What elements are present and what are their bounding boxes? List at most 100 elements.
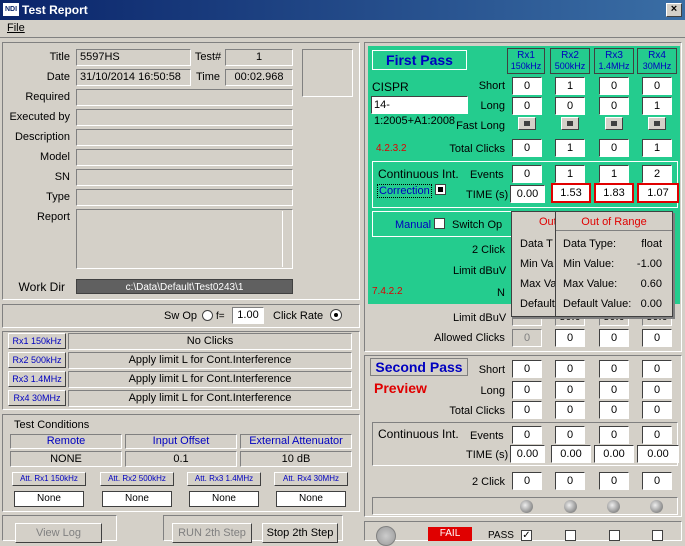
time-field[interactable]: 00:02.968 xyxy=(225,69,293,86)
rx2-status-button[interactable]: Rx2 500kHz xyxy=(8,352,66,368)
sp-total-rx3: 0 xyxy=(599,401,629,419)
rx3-status-button[interactable]: Rx3 1.4MHz xyxy=(8,371,66,387)
sn-field[interactable] xyxy=(76,169,293,186)
f-input[interactable]: 1.00 xyxy=(232,307,264,324)
manual-label: Manual xyxy=(395,219,432,231)
tooltip-datatype-label: Data Type: xyxy=(563,238,616,250)
model-field[interactable] xyxy=(76,149,293,166)
att-rx4-value[interactable]: None xyxy=(276,491,346,507)
rx1-header-name: Rx1 xyxy=(517,50,535,61)
executed-label: Executed by xyxy=(9,111,70,123)
pass-rx4-checkbox[interactable] xyxy=(652,530,663,541)
att-rx3-button[interactable]: Att. Rx3 1.4MHz xyxy=(187,472,261,486)
sp-events-rx1: 0 xyxy=(512,426,542,444)
sp-time-rx4: 0.00 xyxy=(637,445,679,463)
image-box xyxy=(302,49,353,97)
allowed-rx3[interactable]: 0 xyxy=(599,329,629,347)
fast-long-rx4[interactable] xyxy=(648,117,666,130)
sp-time-rx3: 0.00 xyxy=(594,445,634,463)
report-scrollbar[interactable] xyxy=(282,211,291,267)
cispr-label: CISPR xyxy=(372,80,409,94)
sp-long-rx3: 0 xyxy=(599,381,629,399)
limit-dbuv-label: Limit dBuV xyxy=(453,312,507,324)
sp-events-rx2: 0 xyxy=(555,426,585,444)
led-rx3-icon xyxy=(607,500,620,513)
title-field[interactable]: 5597HS xyxy=(76,49,191,66)
view-log-button[interactable]: View Log xyxy=(15,523,102,543)
n-label: N xyxy=(497,287,505,299)
rx2-status: Apply limit L for Cont.Interference xyxy=(68,352,352,369)
sp-total-rx2: 0 xyxy=(555,401,585,419)
type-label: Type xyxy=(46,191,70,203)
sp-total-rx1: 0 xyxy=(512,401,542,419)
status-led-icon xyxy=(376,526,396,546)
allowed-rx2[interactable]: 0 xyxy=(555,329,585,347)
correction-label[interactable]: Correction xyxy=(377,184,432,198)
sp-events-rx3: 0 xyxy=(599,426,629,444)
fast-long-rx2[interactable] xyxy=(561,117,579,130)
rx4-status-button[interactable]: Rx4 30MHz xyxy=(8,390,66,406)
run-2th-step-button[interactable]: RUN 2th Step xyxy=(172,523,252,543)
rx2-header-freq: 500kHz xyxy=(554,61,586,71)
sp-short-rx1: 0 xyxy=(512,360,542,378)
pass-label: PASS xyxy=(488,530,514,541)
tooltip-max-label: Max Value: xyxy=(563,278,618,290)
executed-field[interactable] xyxy=(76,109,293,126)
tooltip-max-value: 0.60 xyxy=(640,278,662,290)
fp-time-label: TIME (s) xyxy=(466,189,509,201)
sp-time-rx2: 0.00 xyxy=(551,445,591,463)
fp-long-rx4: 1 xyxy=(642,97,672,115)
sn-label: SN xyxy=(54,171,70,183)
sp-long-rx4: 0 xyxy=(642,381,672,399)
rx4-header-freq: 30MHz xyxy=(642,61,672,71)
rx3-header-name: Rx3 xyxy=(605,50,623,61)
tooltip-back-label-2: Min Va xyxy=(520,258,554,270)
correction-checkbox[interactable] xyxy=(435,184,446,195)
testnum-field[interactable]: 1 xyxy=(225,49,293,66)
preview-label: Preview xyxy=(374,380,427,396)
time-label: Time xyxy=(195,71,221,83)
pass-rx1-checkbox[interactable]: ✓ xyxy=(521,530,532,541)
rx4-header-name: Rx4 xyxy=(648,50,666,61)
type-field[interactable] xyxy=(76,189,293,206)
report-textarea[interactable] xyxy=(76,209,293,269)
fast-long-rx3[interactable] xyxy=(605,117,623,130)
led-rx1-icon xyxy=(520,500,533,513)
pass-rx2-checkbox[interactable] xyxy=(565,530,576,541)
pass-rx3-checkbox[interactable] xyxy=(609,530,620,541)
fast-long-rx1[interactable] xyxy=(518,117,536,130)
led-rx2-icon xyxy=(564,500,577,513)
clickrate-radio[interactable] xyxy=(330,309,342,321)
rx3-header-freq: 1.4MHz xyxy=(598,61,630,71)
fp-total-clicks-label: Total Clicks xyxy=(449,143,505,155)
fp-total-rx1: 0 xyxy=(512,139,542,157)
f-label: f= xyxy=(216,311,225,322)
switch-op-label: Switch Op xyxy=(452,219,503,231)
required-field[interactable] xyxy=(76,89,293,106)
allowed-rx4[interactable]: 0 xyxy=(642,329,672,347)
window-title: Test Report xyxy=(22,3,88,17)
menu-file[interactable]: File xyxy=(7,22,25,34)
fp-events-rx3: 1 xyxy=(599,165,629,183)
att-rx4-button[interactable]: Att. Rx4 30MHz xyxy=(274,472,348,486)
close-button[interactable]: × xyxy=(666,3,682,17)
ext-att-value: 10 dB xyxy=(240,451,352,467)
att-rx1-value[interactable]: None xyxy=(14,491,84,507)
att-rx1-button[interactable]: Att. Rx1 150kHz xyxy=(12,472,86,486)
tooltip-back-label-1: Data T xyxy=(520,238,553,250)
stop-2th-step-button[interactable]: Stop 2th Step xyxy=(262,523,338,543)
fp-long-rx3: 0 xyxy=(599,97,629,115)
fp-events-rx2: 1 xyxy=(555,165,585,183)
description-field[interactable] xyxy=(76,129,293,146)
rx1-status-button[interactable]: Rx1 150kHz xyxy=(8,333,66,349)
att-rx2-button[interactable]: Att. Rx2 500kHz xyxy=(100,472,174,486)
required-label: Required xyxy=(25,91,70,103)
swop-label: Sw Op xyxy=(164,310,198,322)
swop-radio[interactable] xyxy=(202,310,213,321)
att-rx2-value[interactable]: None xyxy=(102,491,172,507)
test-conditions-title: Test Conditions xyxy=(14,419,90,431)
manual-checkbox[interactable] xyxy=(434,218,445,229)
workdir-field: c:\Data\Default\Test0243\1 xyxy=(76,279,293,294)
date-field[interactable]: 31/10/2014 16:50:58 xyxy=(76,69,191,86)
att-rx3-value[interactable]: None xyxy=(189,491,259,507)
